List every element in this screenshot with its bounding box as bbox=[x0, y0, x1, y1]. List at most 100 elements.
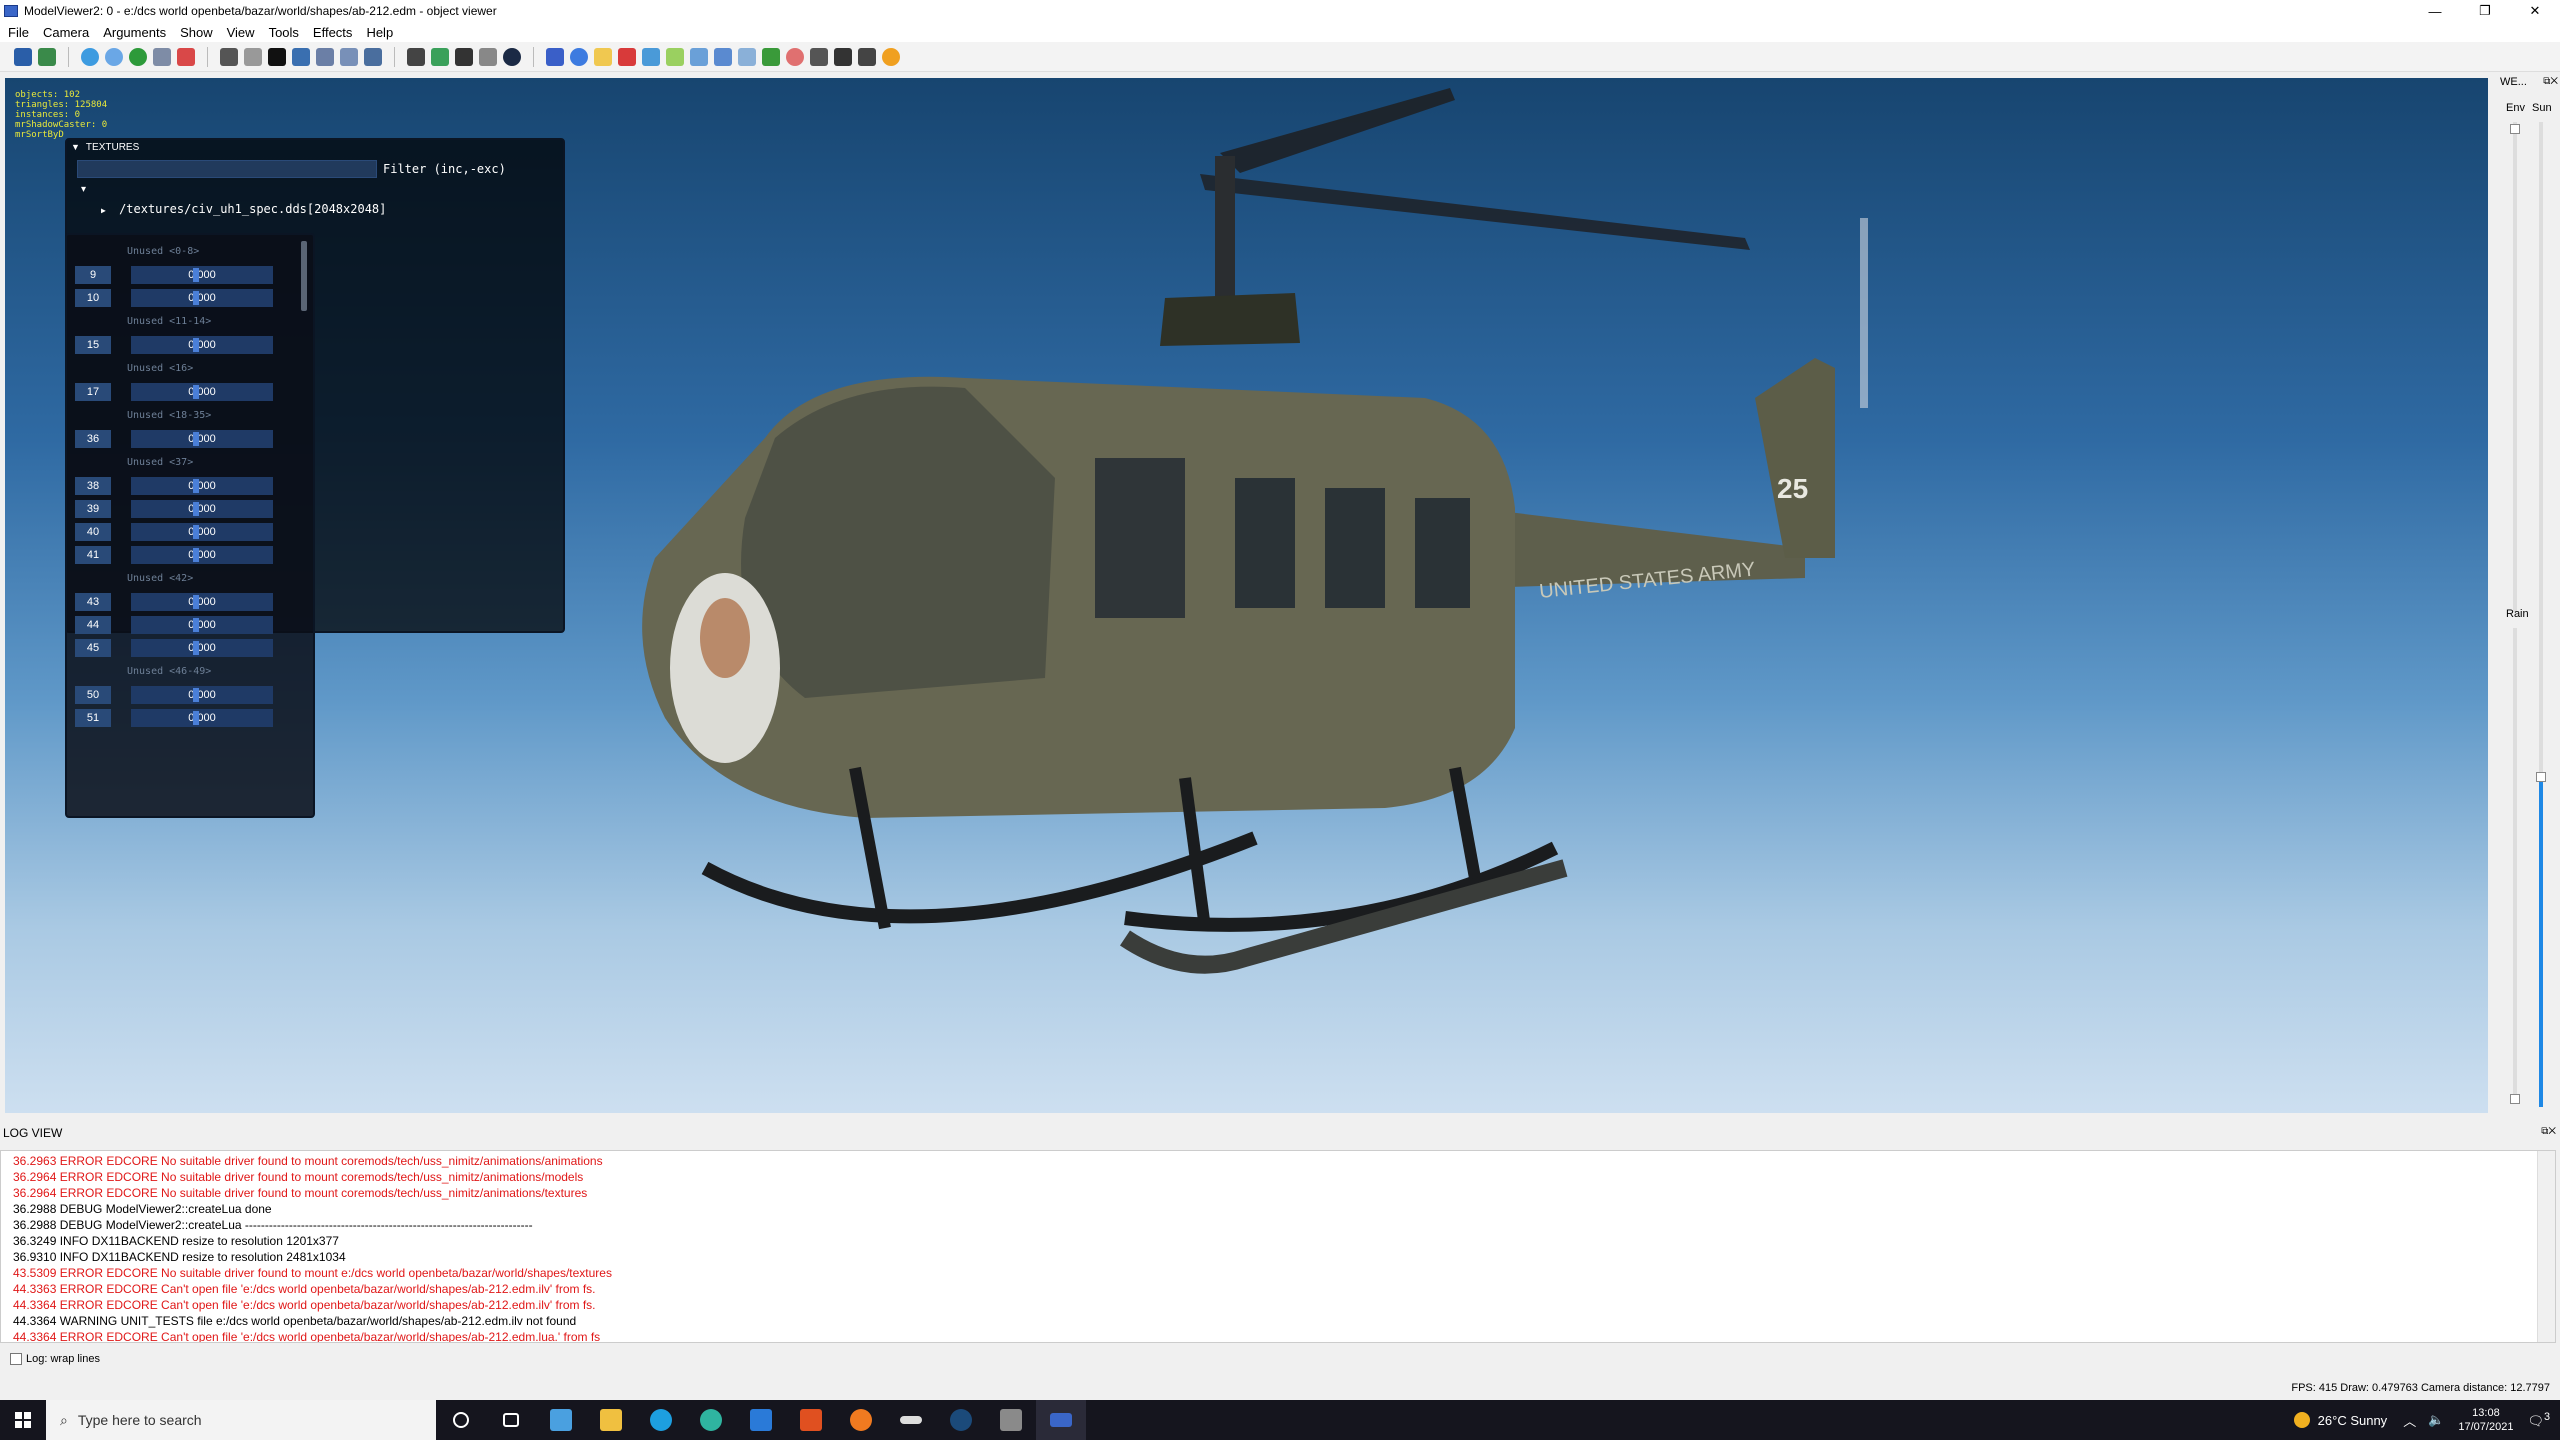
store-icon[interactable] bbox=[536, 1400, 586, 1440]
slider-knob-icon[interactable] bbox=[193, 617, 199, 632]
speaker-icon[interactable] bbox=[364, 47, 382, 66]
checkbox-icon[interactable] bbox=[10, 1353, 22, 1365]
arg-slider[interactable]: 0.000 bbox=[131, 708, 273, 727]
slider-knob-icon[interactable] bbox=[193, 501, 199, 516]
arrow-icon[interactable] bbox=[340, 47, 358, 66]
arg-slider[interactable]: 0.000 bbox=[131, 382, 273, 401]
slider-knob-icon[interactable] bbox=[193, 478, 199, 493]
close-button[interactable]: ✕ bbox=[2510, 0, 2560, 22]
steam-icon[interactable] bbox=[936, 1400, 986, 1440]
slider-knob-icon[interactable] bbox=[193, 337, 199, 352]
dcs-icon[interactable] bbox=[986, 1400, 1036, 1440]
vehicle-icon[interactable] bbox=[858, 47, 876, 66]
person-icon[interactable] bbox=[714, 47, 732, 66]
skype-icon[interactable] bbox=[636, 1400, 686, 1440]
slider-knob-icon[interactable] bbox=[193, 710, 199, 725]
palette-icon[interactable] bbox=[431, 47, 449, 66]
modelviewer-icon[interactable] bbox=[1036, 1400, 1086, 1440]
collapse-triangle-icon[interactable]: ▼ bbox=[71, 142, 80, 152]
box-icon[interactable] bbox=[642, 47, 660, 66]
photo-icon[interactable] bbox=[690, 47, 708, 66]
slider-knob-icon[interactable] bbox=[193, 594, 199, 609]
textures-header[interactable]: ▼ TEXTURES bbox=[67, 140, 563, 154]
dot-icon[interactable] bbox=[570, 47, 588, 66]
env-slider-handle[interactable] bbox=[2510, 124, 2520, 134]
3d-viewport[interactable]: UNITED STATES ARMY 25 objects: 102 trian… bbox=[5, 78, 2488, 1113]
flask-icon[interactable] bbox=[316, 47, 334, 66]
slider-knob-icon[interactable] bbox=[193, 547, 199, 562]
texture-file-item[interactable]: ▶ /textures/civ_uh1_spec.dds[2048x2048] bbox=[101, 202, 386, 216]
sun-icon[interactable] bbox=[882, 47, 900, 66]
speaker-icon[interactable]: 🔈 bbox=[2428, 1412, 2444, 1428]
log-float-close-icon[interactable]: ⧉✕ bbox=[2541, 1126, 2556, 1137]
expand-triangle-icon[interactable]: ▶ bbox=[101, 206, 106, 215]
task-view-icon[interactable] bbox=[486, 1400, 536, 1440]
reload-icon[interactable] bbox=[38, 47, 56, 66]
table-icon[interactable] bbox=[738, 47, 756, 66]
arguments-scrollbar[interactable] bbox=[301, 241, 307, 311]
cube-icon[interactable] bbox=[618, 47, 636, 66]
dots-grid-icon[interactable] bbox=[762, 47, 780, 66]
menu-file[interactable]: File bbox=[8, 25, 29, 40]
mail-icon[interactable] bbox=[736, 1400, 786, 1440]
menu-view[interactable]: View bbox=[227, 25, 255, 40]
notification-icon[interactable]: 🗨3 bbox=[2527, 1411, 2550, 1429]
menu-show[interactable]: Show bbox=[180, 25, 213, 40]
weather-sun-icon[interactable] bbox=[2293, 1412, 2310, 1428]
rain-slider[interactable] bbox=[2513, 628, 2517, 1103]
cortana-icon[interactable] bbox=[436, 1400, 486, 1440]
slider-knob-icon[interactable] bbox=[193, 267, 199, 282]
figure-icon[interactable] bbox=[834, 47, 852, 66]
filter-icon[interactable] bbox=[292, 47, 310, 66]
user-icon[interactable] bbox=[177, 47, 195, 66]
camera-icon[interactable] bbox=[220, 47, 238, 66]
leaf-icon[interactable] bbox=[666, 47, 684, 66]
arg-slider[interactable]: 0.000 bbox=[131, 592, 273, 611]
slider-knob-icon[interactable] bbox=[193, 640, 199, 655]
minimize-button[interactable]: — bbox=[2410, 0, 2460, 22]
texture-tree-toggle-icon[interactable]: ▾ bbox=[81, 184, 86, 195]
layers-icon[interactable] bbox=[594, 47, 612, 66]
arg-slider[interactable]: 0.000 bbox=[131, 429, 273, 448]
clock[interactable]: 13:08 17/07/2021 bbox=[2458, 1406, 2513, 1434]
arg-slider[interactable]: 0.000 bbox=[131, 545, 273, 564]
app-icon[interactable] bbox=[886, 1400, 936, 1440]
env-slider[interactable] bbox=[2513, 122, 2517, 612]
monitor-icon[interactable] bbox=[455, 47, 473, 66]
circle-icon[interactable] bbox=[105, 47, 123, 66]
record-icon[interactable] bbox=[503, 47, 521, 66]
save-icon[interactable] bbox=[14, 47, 32, 66]
firefox-icon[interactable] bbox=[836, 1400, 886, 1440]
slider-knob-icon[interactable] bbox=[193, 687, 199, 702]
crosshair-icon[interactable] bbox=[244, 47, 262, 66]
menu-camera[interactable]: Camera bbox=[43, 25, 89, 40]
file-explorer-icon[interactable] bbox=[586, 1400, 636, 1440]
taskbar-search[interactable]: ⌕ Type here to search bbox=[46, 1400, 436, 1440]
refresh-icon[interactable] bbox=[129, 47, 147, 66]
arg-slider[interactable]: 0.000 bbox=[131, 476, 273, 495]
menu-arguments[interactable]: Arguments bbox=[103, 25, 166, 40]
panel-float-close-icon[interactable]: ⧉✕ bbox=[2543, 76, 2558, 87]
menu-effects[interactable]: Effects bbox=[313, 25, 353, 40]
arg-slider[interactable]: 0.000 bbox=[131, 335, 273, 354]
sun-slider-handle[interactable] bbox=[2536, 772, 2546, 782]
arg-slider[interactable]: 0.000 bbox=[131, 499, 273, 518]
edge-icon[interactable] bbox=[686, 1400, 736, 1440]
arg-slider[interactable]: 0.000 bbox=[131, 265, 273, 284]
arg-slider[interactable]: 0.000 bbox=[131, 685, 273, 704]
sphere-icon[interactable] bbox=[81, 47, 99, 66]
maximize-button[interactable]: ❐ bbox=[2460, 0, 2510, 22]
arg-slider[interactable]: 0.000 bbox=[131, 522, 273, 541]
menu-tools[interactable]: Tools bbox=[269, 25, 299, 40]
menu-help[interactable]: Help bbox=[366, 25, 393, 40]
tray-chevron-icon[interactable]: ︿ bbox=[2403, 1411, 2416, 1430]
undo-icon[interactable] bbox=[479, 47, 497, 66]
slider-knob-icon[interactable] bbox=[193, 290, 199, 305]
windows-start-icon[interactable] bbox=[0, 1400, 46, 1440]
settings-icon[interactable] bbox=[810, 47, 828, 66]
slider-knob-icon[interactable] bbox=[193, 524, 199, 539]
log-view[interactable]: 36.2963 ERROR EDCORE No suitable driver … bbox=[0, 1150, 2556, 1343]
weather-text[interactable]: 26°C Sunny bbox=[2318, 1413, 2388, 1428]
grid-icon[interactable] bbox=[268, 47, 286, 66]
bar-chart-icon[interactable] bbox=[546, 47, 564, 66]
